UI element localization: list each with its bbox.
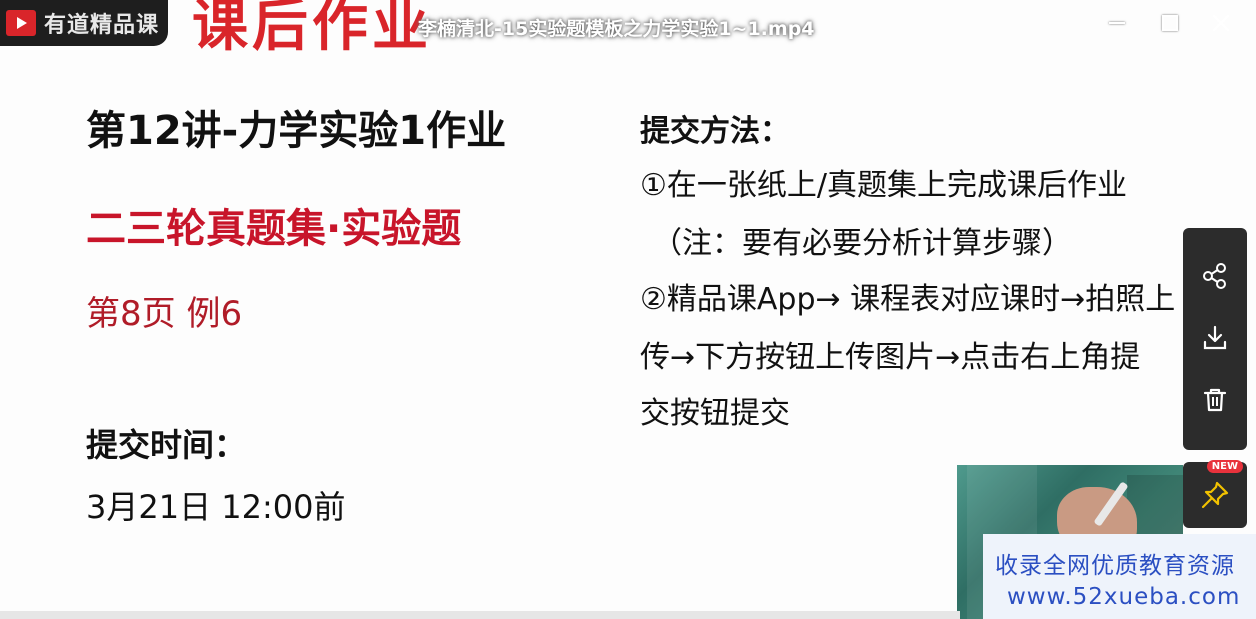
- submit-method-line: ②精品课App→ 课程表对应课时→拍照上: [640, 282, 1176, 317]
- watermark-text: 收录全网优质教育资源: [995, 553, 1235, 579]
- trash-icon: [1203, 388, 1227, 412]
- pin-button[interactable]: NEW: [1183, 460, 1247, 528]
- video-title: 李楠清北-15实验题模板之力学实验1~1.mp4: [418, 18, 815, 40]
- new-badge: NEW: [1206, 460, 1243, 473]
- play-logo-icon: [6, 10, 36, 36]
- minimize-icon: [1109, 22, 1125, 24]
- deadline-label: 提交时间：: [86, 426, 247, 464]
- submit-method-line: （注：要有必要分析计算步骤）: [652, 226, 1072, 261]
- maximize-button[interactable]: [1155, 8, 1185, 38]
- deadline-value: 3月21日 12:00前: [86, 488, 346, 526]
- submit-method-line: ①在一张纸上/真题集上完成课后作业: [640, 168, 1128, 203]
- download-button[interactable]: [1183, 312, 1247, 364]
- share-icon: [1203, 263, 1226, 289]
- close-icon: [1212, 14, 1230, 32]
- watermark-url: www.52xueba.com: [1007, 584, 1241, 610]
- maximize-icon: [1162, 15, 1178, 31]
- submit-method-line: 交按钮提交: [640, 396, 790, 431]
- minimize-button[interactable]: [1102, 8, 1132, 38]
- slide-heading: 课后作业: [192, 0, 432, 59]
- page-reference: 第8页 例6: [86, 294, 243, 334]
- pin-icon: [1201, 481, 1229, 509]
- book-title: 二三轮真题集·实验题: [86, 206, 462, 252]
- watermark: 收录全网优质教育资源 www.52xueba.com: [983, 534, 1256, 619]
- download-icon: [1203, 325, 1227, 350]
- lecture-title: 第12讲-力学实验1作业: [86, 108, 507, 154]
- close-button[interactable]: [1206, 8, 1236, 38]
- submit-method-label: 提交方法：: [640, 114, 790, 149]
- brand-name: 有道精品课: [44, 13, 160, 38]
- side-toolbar: [1183, 228, 1247, 450]
- brand-logo: 有道精品课: [0, 0, 168, 46]
- delete-button[interactable]: [1183, 374, 1247, 426]
- share-button[interactable]: [1183, 250, 1247, 302]
- submit-method-line: 传→下方按钮上传图片→点击右上角提: [640, 340, 1141, 375]
- video-seekbar[interactable]: [0, 611, 960, 619]
